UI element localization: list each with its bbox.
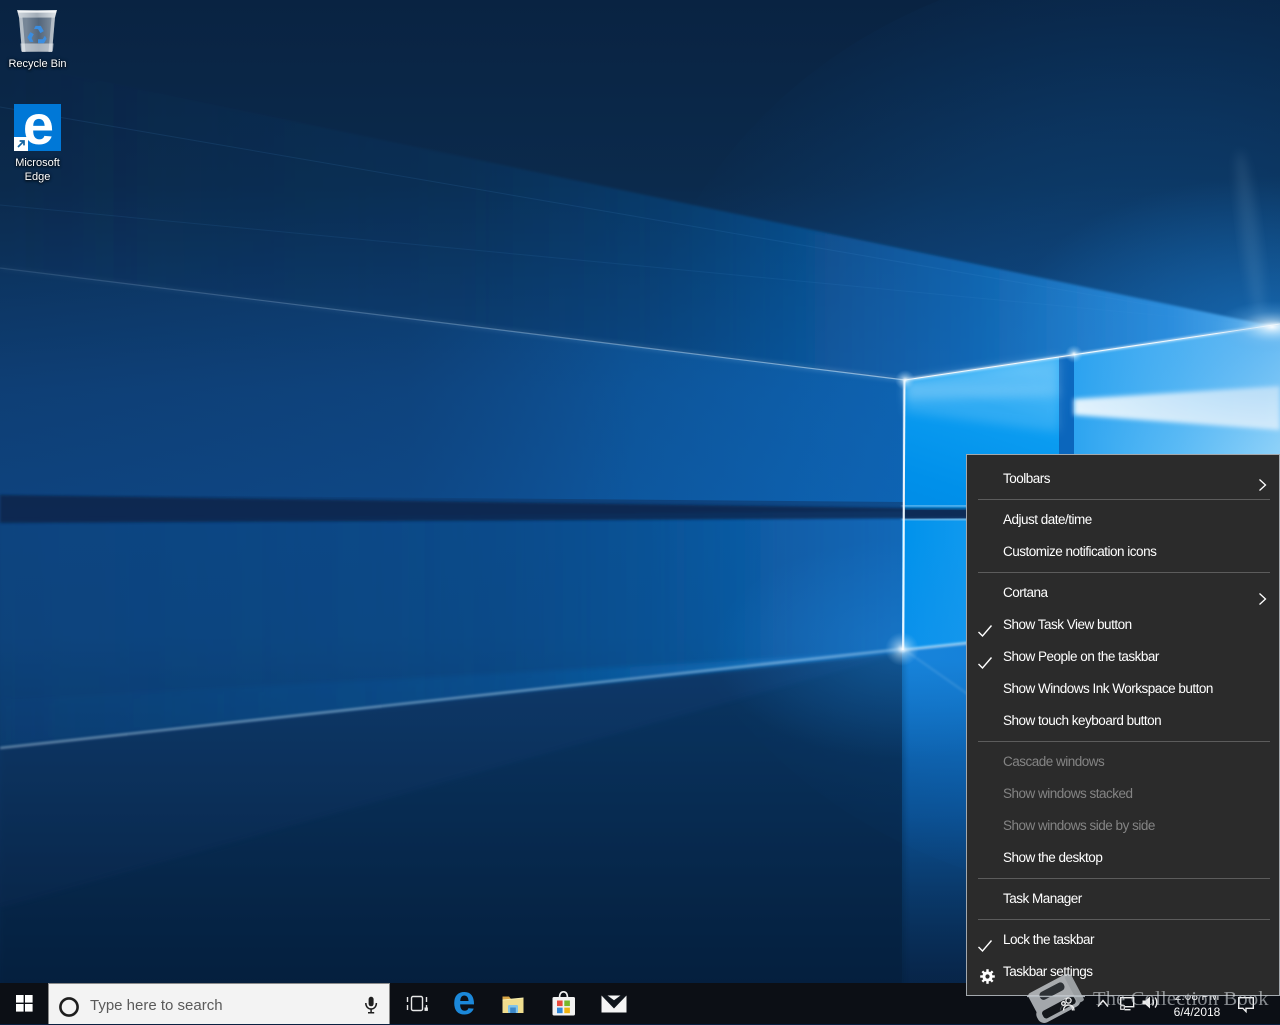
svg-text:e: e — [453, 983, 476, 1023]
